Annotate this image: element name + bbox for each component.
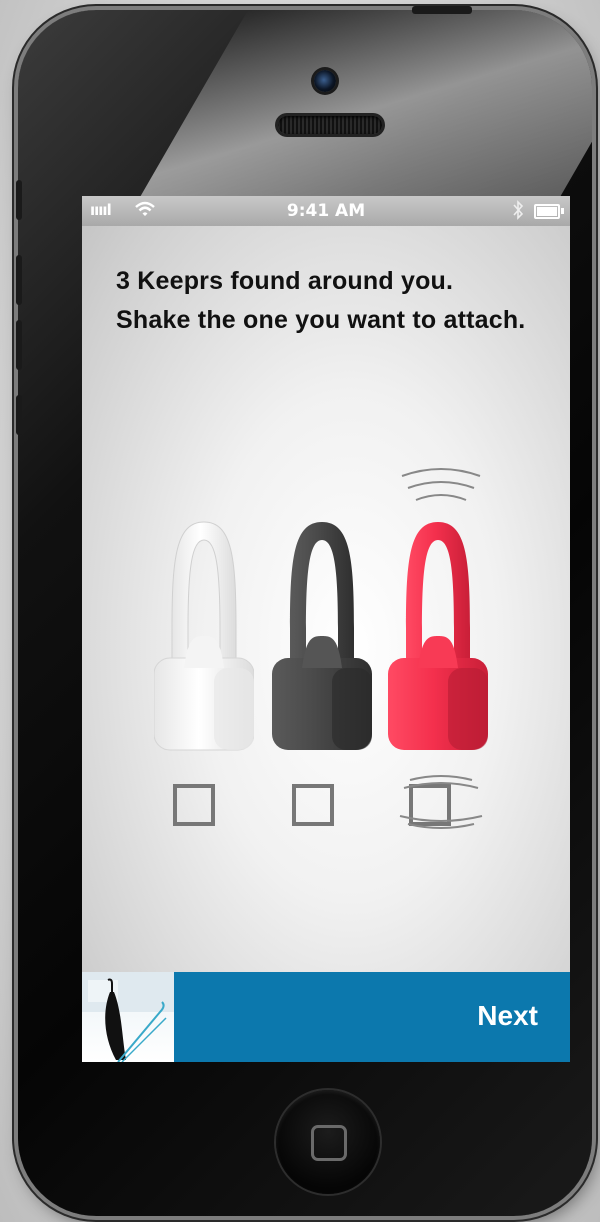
mute-switch[interactable] <box>16 180 22 220</box>
status-time: 9:41 AM <box>286 201 366 221</box>
umbrella-thumbnail <box>82 972 174 1062</box>
heading-line-1: 3 Keeprs found around you. <box>116 267 454 295</box>
keeper-device-red[interactable] <box>388 518 488 762</box>
instruction-heading: 3 Keeprs found around you. Shake the one… <box>116 262 556 340</box>
volume-up-button[interactable] <box>16 255 22 305</box>
status-bar: ııııl 9:41 AM <box>82 196 570 226</box>
shake-waves-bottom-icon <box>396 774 486 834</box>
shake-waves-top-icon <box>398 464 484 512</box>
next-button-label: Next <box>477 1000 538 1031</box>
volume-down-button[interactable] <box>16 320 22 370</box>
front-camera <box>314 70 336 92</box>
bluetooth-icon <box>512 200 524 224</box>
home-button[interactable] <box>276 1090 380 1194</box>
next-button[interactable]: Next <box>174 972 570 1062</box>
bottom-bar: Next <box>82 972 570 1062</box>
heading-line-2: Shake the one you want to attach. <box>116 306 526 334</box>
power-button[interactable] <box>412 6 472 14</box>
keeper-checkbox-black[interactable] <box>292 784 334 826</box>
keeper-checkbox-white[interactable] <box>173 784 215 826</box>
app-screen: ııııl 9:41 AM 3 Keeprs found around you.… <box>82 196 570 1062</box>
phone-frame: ııııl 9:41 AM 3 Keeprs found around you.… <box>18 10 592 1216</box>
battery-icon <box>534 204 564 219</box>
keeper-device-black[interactable] <box>272 518 372 762</box>
home-square-icon <box>311 1125 347 1161</box>
side-button[interactable] <box>16 395 22 435</box>
keeper-device-white[interactable] <box>153 518 255 762</box>
earpiece-speaker <box>278 116 382 134</box>
